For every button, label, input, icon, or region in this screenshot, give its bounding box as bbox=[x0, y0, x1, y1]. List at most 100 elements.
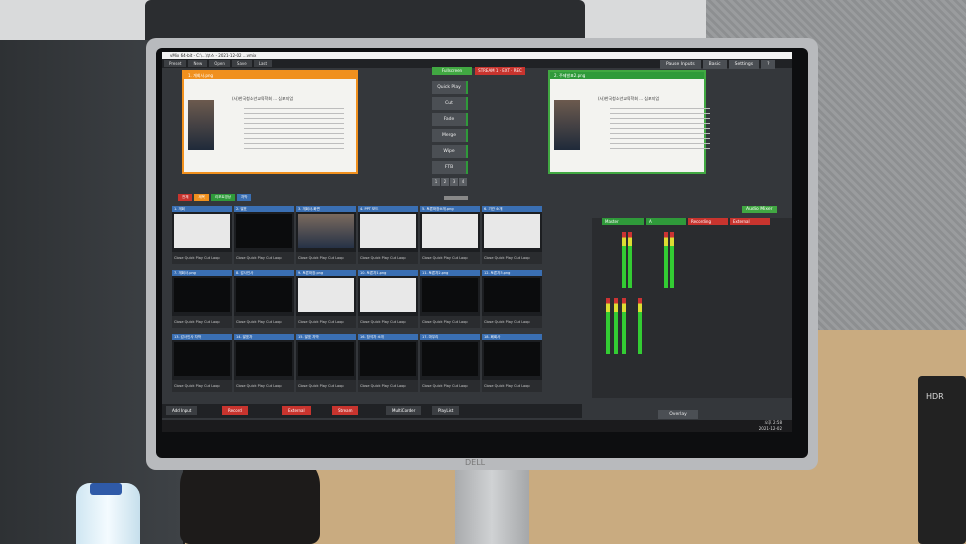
settings-button[interactable]: Settings bbox=[728, 60, 760, 69]
input-tile-thumbnail[interactable] bbox=[174, 214, 230, 248]
channel-recording[interactable]: Recording bbox=[688, 218, 728, 225]
input-tile[interactable]: 10. 토론자1.png Close Quick Play Cut Loop bbox=[358, 270, 418, 328]
transition-3[interactable]: 3 bbox=[450, 178, 458, 186]
input-grid: 1. 개회 Close Quick Play Cut Loop 2. 발표 Close… bbox=[172, 206, 572, 406]
input-tile-controls[interactable]: Close Quick Play Cut Loop bbox=[172, 380, 232, 392]
input-tile-controls[interactable]: Close Quick Play Cut Loop bbox=[296, 252, 356, 264]
input-tile[interactable]: 4. PPT 모드 Close Quick Play Cut Loop bbox=[358, 206, 418, 264]
fade-button[interactable]: Fade bbox=[432, 113, 468, 126]
menu-new[interactable]: New bbox=[188, 60, 208, 67]
menu-open[interactable]: Open bbox=[209, 60, 230, 67]
input-meter-1 bbox=[606, 298, 610, 354]
quick-play-button[interactable]: Quick Play bbox=[432, 81, 468, 94]
overlay-button[interactable]: Overlay bbox=[658, 410, 698, 419]
input-tile-thumbnail[interactable] bbox=[360, 214, 416, 248]
cut-button[interactable]: Cut bbox=[432, 97, 468, 110]
channel-master[interactable]: Master bbox=[602, 218, 644, 225]
menu-save[interactable]: Save bbox=[231, 60, 252, 67]
input-tile-thumbnail[interactable] bbox=[236, 342, 292, 376]
ftb-button[interactable]: FTB bbox=[432, 161, 468, 174]
t-bar-slider[interactable] bbox=[444, 196, 468, 200]
fullscreen-button[interactable]: Fullscreen bbox=[432, 67, 472, 75]
input-tile[interactable]: 17. 마무리 Close Quick Play Cut Loop bbox=[420, 334, 480, 392]
channel-external[interactable]: External bbox=[730, 218, 770, 225]
input-tile-controls[interactable]: Close Quick Play Cut Loop bbox=[358, 316, 418, 328]
input-tile-thumbnail[interactable] bbox=[298, 342, 354, 376]
playlist-button[interactable]: PlayList bbox=[432, 406, 460, 415]
input-tile[interactable]: 6. 기관 소개 Close Quick Play Cut Loop bbox=[482, 206, 542, 264]
input-tile-thumbnail[interactable] bbox=[174, 342, 230, 376]
input-tile[interactable]: 12. 토론자3.png Close Quick Play Cut Loop bbox=[482, 270, 542, 328]
input-tile-name: 12. 토론자3.png bbox=[484, 271, 511, 275]
input-tile[interactable]: 5. 토론좌장소개.png Close Quick Play Cut Loop bbox=[420, 206, 480, 264]
input-tile[interactable]: 2. 발표 Close Quick Play Cut Loop bbox=[234, 206, 294, 264]
input-tile-controls[interactable]: Close Quick Play Cut Loop bbox=[358, 252, 418, 264]
transition-2[interactable]: 2 bbox=[441, 178, 449, 186]
input-tile-name: 18. 폐회사 bbox=[484, 335, 501, 339]
input-tile-controls[interactable]: Close Quick Play Cut Loop bbox=[234, 380, 294, 392]
input-tile-controls[interactable]: Close Quick Play Cut Loop bbox=[172, 252, 232, 264]
input-tile-thumbnail[interactable] bbox=[422, 214, 478, 248]
input-tile-thumbnail[interactable] bbox=[298, 214, 354, 248]
menu-last[interactable]: Last bbox=[253, 60, 273, 67]
output-window[interactable]: 2. 주제발표2.png (사)한국청소년교육학회 ... 심포지엄 bbox=[548, 70, 710, 174]
tag-report[interactable]: 리포트영상 bbox=[210, 194, 236, 201]
channel-a[interactable]: A bbox=[646, 218, 686, 225]
transition-4[interactable]: 4 bbox=[459, 178, 467, 186]
tag-caption[interactable]: 자막 bbox=[237, 194, 252, 201]
bottle-cap bbox=[90, 483, 122, 495]
menu-preset[interactable]: Preset bbox=[164, 60, 187, 67]
input-tile-thumbnail[interactable] bbox=[236, 278, 292, 312]
external-button[interactable]: External bbox=[282, 406, 311, 415]
input-tile-thumbnail[interactable] bbox=[484, 214, 540, 248]
windows-taskbar: 오후 2:58 2021-12-02 bbox=[162, 420, 792, 432]
input-tile[interactable]: 15. 발표 자막 Close Quick Play Cut Loop bbox=[296, 334, 356, 392]
record-button[interactable]: Record bbox=[222, 406, 248, 415]
input-tile-thumbnail[interactable] bbox=[174, 278, 230, 312]
tag-all[interactable]: 전체 bbox=[178, 194, 193, 201]
input-tile-controls[interactable]: Close Quick Play Cut Loop bbox=[482, 316, 542, 328]
input-tile-controls[interactable]: Close Quick Play Cut Loop bbox=[482, 252, 542, 264]
input-tile[interactable]: 7. 개회사.png Close Quick Play Cut Loop bbox=[172, 270, 232, 328]
taskbar-clock[interactable]: 오후 2:58 2021-12-02 bbox=[759, 420, 782, 432]
input-tile-controls[interactable]: Close Quick Play Cut Loop bbox=[296, 316, 356, 328]
input-tile-thumbnail[interactable] bbox=[360, 342, 416, 376]
stream-button[interactable]: Stream bbox=[332, 406, 359, 415]
input-tile-controls[interactable]: Close Quick Play Cut Loop bbox=[420, 252, 480, 264]
input-tile[interactable]: 18. 폐회사 Close Quick Play Cut Loop bbox=[482, 334, 542, 392]
input-tile-controls[interactable]: Close Quick Play Cut Loop bbox=[420, 380, 480, 392]
input-tile[interactable]: 11. 토론자2.png Close Quick Play Cut Loop bbox=[420, 270, 480, 328]
input-tile-thumbnail[interactable] bbox=[298, 278, 354, 312]
input-tile-controls[interactable]: Close Quick Play Cut Loop bbox=[172, 316, 232, 328]
input-tile-thumbnail[interactable] bbox=[484, 342, 540, 376]
stream-status[interactable]: STREAM 1 · EXT · REC bbox=[475, 67, 525, 75]
input-tile[interactable]: 8. 감사인사 Close Quick Play Cut Loop bbox=[234, 270, 294, 328]
multicorder-button[interactable]: MultiCorder bbox=[386, 406, 422, 415]
preview-window[interactable]: 1. 개회사.png (사)한국청소년교육학회 ... 심포지엄 bbox=[182, 70, 358, 174]
input-tile-controls[interactable]: Close Quick Play Cut Loop bbox=[234, 252, 294, 264]
wipe-button[interactable]: Wipe bbox=[432, 145, 468, 158]
input-tile-thumbnail[interactable] bbox=[422, 342, 478, 376]
input-tile-controls[interactable]: Close Quick Play Cut Loop bbox=[358, 380, 418, 392]
add-input-button[interactable]: Add Input bbox=[166, 406, 198, 415]
input-tile-thumbnail[interactable] bbox=[422, 278, 478, 312]
input-tile[interactable]: 3. 개회사-화면 Close Quick Play Cut Loop bbox=[296, 206, 356, 264]
input-tile-thumbnail[interactable] bbox=[360, 278, 416, 312]
input-tile[interactable]: 1. 개회 Close Quick Play Cut Loop bbox=[172, 206, 232, 264]
input-tile-thumbnail[interactable] bbox=[236, 214, 292, 248]
pause-inputs-button[interactable]: Pause Inputs bbox=[660, 60, 701, 69]
input-tile[interactable]: 16. 참석자 소개 Close Quick Play Cut Loop bbox=[358, 334, 418, 392]
input-tile-thumbnail[interactable] bbox=[484, 278, 540, 312]
basic-button[interactable]: Basic bbox=[702, 60, 727, 69]
input-tile[interactable]: 13. 감사인사 자막 Close Quick Play Cut Loop bbox=[172, 334, 232, 392]
tag-title[interactable]: 제목 bbox=[194, 194, 209, 201]
transition-1[interactable]: 1 bbox=[432, 178, 440, 186]
input-tile[interactable]: 14. 발표자 Close Quick Play Cut Loop bbox=[234, 334, 294, 392]
help-button[interactable]: ? bbox=[761, 60, 776, 69]
merge-button[interactable]: Merge bbox=[432, 129, 468, 142]
input-tile-controls[interactable]: Close Quick Play Cut Loop bbox=[296, 380, 356, 392]
input-tile-controls[interactable]: Close Quick Play Cut Loop bbox=[420, 316, 480, 328]
input-tile-controls[interactable]: Close Quick Play Cut Loop bbox=[482, 380, 542, 392]
input-tile[interactable]: 9. 토론좌장.png Close Quick Play Cut Loop bbox=[296, 270, 356, 328]
input-tile-controls[interactable]: Close Quick Play Cut Loop bbox=[234, 316, 294, 328]
